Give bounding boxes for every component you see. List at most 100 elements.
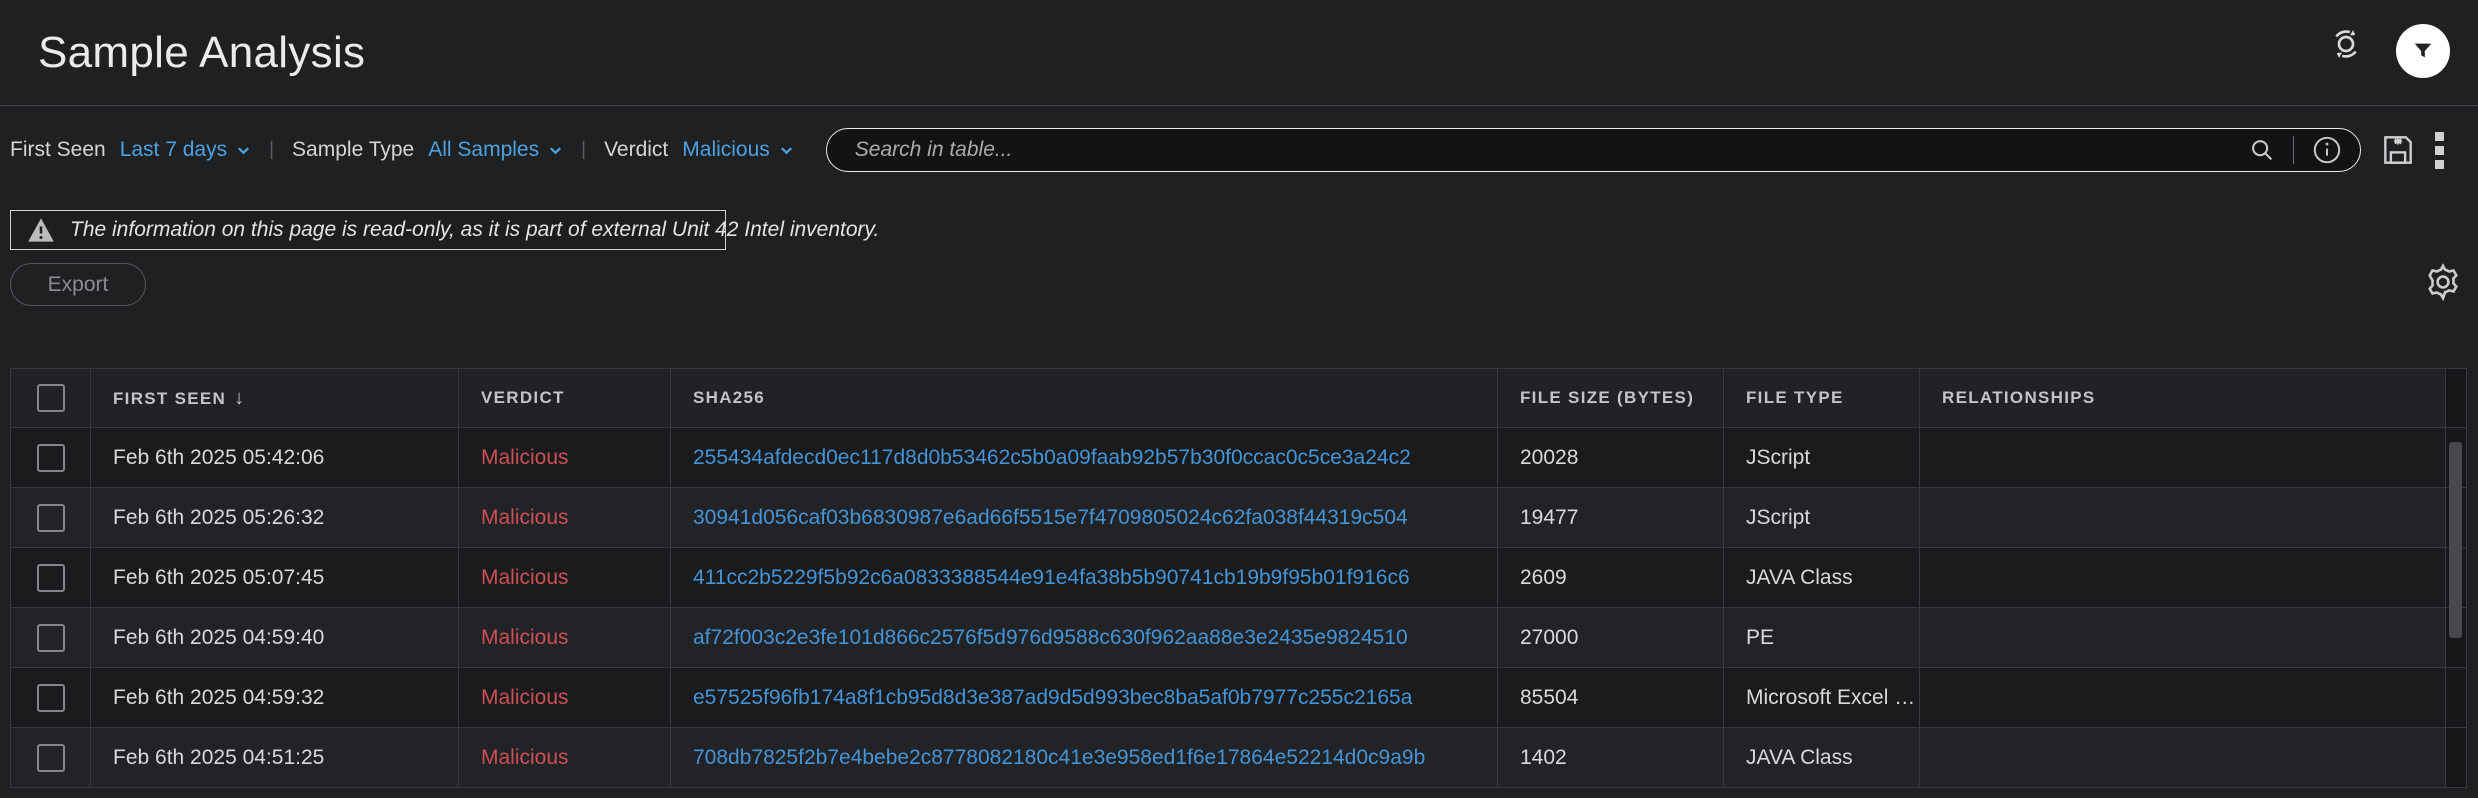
column-header-sha256[interactable]: SHA256: [671, 369, 1498, 428]
filter-separator: |: [581, 139, 586, 161]
sha256-link[interactable]: af72f003c2e3fe101d866c2576f5d976d9588c63…: [693, 626, 1408, 649]
auto-refresh-icon[interactable]: [2326, 24, 2366, 64]
table-row: Feb 6th 2025 04:59:40 Malicious af72f003…: [11, 608, 2467, 668]
relationships-cell: [1920, 548, 2446, 608]
column-header-relationships[interactable]: RELATIONSHIPS: [1920, 369, 2446, 428]
column-header-file-size[interactable]: FILE SIZE (BYTES): [1498, 369, 1724, 428]
scrollbar-track-cell: [2446, 728, 2467, 788]
row-checkbox[interactable]: [37, 624, 65, 652]
table-search: [826, 128, 2361, 172]
info-icon[interactable]: [2310, 133, 2344, 167]
file-type-cell: Microsoft Excel 9…: [1724, 668, 1920, 728]
first-seen-cell: Feb 6th 2025 05:26:32: [91, 488, 459, 548]
first-seen-cell: Feb 6th 2025 04:51:25: [91, 728, 459, 788]
file-type-cell: PE: [1724, 608, 1920, 668]
more-options-icon[interactable]: [2435, 132, 2444, 169]
relationships-cell: [1920, 608, 2446, 668]
column-header-file-type[interactable]: FILE TYPE: [1724, 369, 1920, 428]
first-seen-cell: Feb 6th 2025 05:07:45: [91, 548, 459, 608]
banner-text: The information on this page is read-onl…: [70, 218, 879, 242]
file-size-cell: 2609: [1498, 548, 1724, 608]
row-checkbox[interactable]: [37, 444, 65, 472]
column-header-first-seen[interactable]: FIRST SEEN↓: [91, 369, 459, 428]
table-settings-gear-icon[interactable]: [2422, 261, 2464, 303]
filter-funnel-icon: [2412, 40, 2434, 62]
filter-sample-type: Sample Type All Samples: [292, 138, 563, 162]
row-select-cell: [11, 488, 91, 548]
file-size-cell: 85504: [1498, 668, 1724, 728]
verdict-cell: Malicious: [459, 488, 671, 548]
row-select-cell: [11, 428, 91, 488]
file-type-cell: JScript: [1724, 428, 1920, 488]
relationships-cell: [1920, 728, 2446, 788]
sha256-link[interactable]: e57525f96fb174a8f1cb95d8d3e387ad9d5d993b…: [693, 686, 1412, 709]
row-checkbox[interactable]: [37, 744, 65, 772]
file-size-cell: 19477: [1498, 488, 1724, 548]
filter-verdict: Verdict Malicious: [604, 138, 794, 162]
row-select-cell: [11, 608, 91, 668]
warning-icon: [27, 217, 55, 243]
relationships-cell: [1920, 428, 2446, 488]
filter-label: First Seen: [10, 138, 106, 162]
filter-first-seen-dropdown[interactable]: Last 7 days: [120, 138, 251, 162]
scrollbar-header-cell: [2446, 369, 2467, 428]
first-seen-cell: Feb 6th 2025 04:59:32: [91, 668, 459, 728]
table-row: Feb 6th 2025 05:26:32 Malicious 30941d05…: [11, 488, 2467, 548]
sort-descending-icon: ↓: [234, 387, 244, 409]
sha256-cell: 255434afdecd0ec117d8d0b53462c5b0a09faab9…: [671, 428, 1498, 488]
chevron-down-icon: [236, 143, 251, 158]
sha256-link[interactable]: 30941d056caf03b6830987e6ad66f5515e7f4709…: [693, 506, 1408, 529]
chevron-down-icon: [779, 143, 794, 158]
verdict-cell: Malicious: [459, 668, 671, 728]
verdict-cell: Malicious: [459, 548, 671, 608]
user-avatar[interactable]: [2396, 24, 2450, 78]
row-select-cell: [11, 548, 91, 608]
select-all-cell: [11, 369, 91, 428]
row-select-cell: [11, 728, 91, 788]
divider: [2293, 136, 2294, 164]
title-bar: Sample Analysis: [0, 0, 2478, 106]
filter-label: Sample Type: [292, 138, 414, 162]
sha256-link[interactable]: 708db7825f2b7e4bebe2c8778082180c41e3e958…: [693, 746, 1425, 769]
table-row: Feb 6th 2025 05:42:06 Malicious 255434af…: [11, 428, 2467, 488]
first-seen-cell: Feb 6th 2025 04:59:40: [91, 608, 459, 668]
scrollbar-track-cell: [2446, 668, 2467, 728]
filter-label: Verdict: [604, 138, 668, 162]
row-checkbox[interactable]: [37, 504, 65, 532]
verdict-cell: Malicious: [459, 728, 671, 788]
relationships-cell: [1920, 668, 2446, 728]
sha256-cell: 411cc2b5229f5b92c6a0833388544e91e4fa38b5…: [671, 548, 1498, 608]
page-title: Sample Analysis: [38, 28, 365, 78]
filter-verdict-dropdown[interactable]: Malicious: [682, 138, 794, 162]
sha256-cell: 30941d056caf03b6830987e6ad66f5515e7f4709…: [671, 488, 1498, 548]
file-type-cell: JAVA Class: [1724, 728, 1920, 788]
sha256-link[interactable]: 411cc2b5229f5b92c6a0833388544e91e4fa38b5…: [693, 566, 1410, 589]
filter-bar: First Seen Last 7 days | Sample Type All…: [0, 106, 2478, 194]
column-header-verdict[interactable]: VERDICT: [459, 369, 671, 428]
file-size-cell: 1402: [1498, 728, 1724, 788]
row-checkbox[interactable]: [37, 684, 65, 712]
verdict-cell: Malicious: [459, 428, 671, 488]
filter-first-seen: First Seen Last 7 days: [10, 138, 251, 162]
select-all-checkbox[interactable]: [37, 384, 65, 412]
sha256-link[interactable]: 255434afdecd0ec117d8d0b53462c5b0a09faab9…: [693, 446, 1411, 469]
row-checkbox[interactable]: [37, 564, 65, 592]
chevron-down-icon: [548, 143, 563, 158]
search-icon[interactable]: [2247, 135, 2277, 165]
search-input[interactable]: [853, 137, 2231, 163]
export-button[interactable]: Export: [10, 263, 146, 306]
readonly-banner: The information on this page is read-onl…: [10, 210, 726, 250]
file-size-cell: 27000: [1498, 608, 1724, 668]
filter-sample-type-dropdown[interactable]: All Samples: [428, 138, 563, 162]
sample-analysis-page: Sample Analysis First Seen: [0, 0, 2478, 798]
sha256-cell: e57525f96fb174a8f1cb95d8d3e387ad9d5d993b…: [671, 668, 1498, 728]
vertical-scrollbar-thumb[interactable]: [2449, 442, 2462, 638]
file-type-cell: JAVA Class: [1724, 548, 1920, 608]
filter-separator: |: [269, 139, 274, 161]
table-header-row: FIRST SEEN↓ VERDICT SHA256 FILE SIZE (BY…: [11, 369, 2467, 428]
table-row: Feb 6th 2025 05:07:45 Malicious 411cc2b5…: [11, 548, 2467, 608]
verdict-cell: Malicious: [459, 608, 671, 668]
save-view-icon[interactable]: [2379, 131, 2417, 169]
file-size-cell: 20028: [1498, 428, 1724, 488]
relationships-cell: [1920, 488, 2446, 548]
